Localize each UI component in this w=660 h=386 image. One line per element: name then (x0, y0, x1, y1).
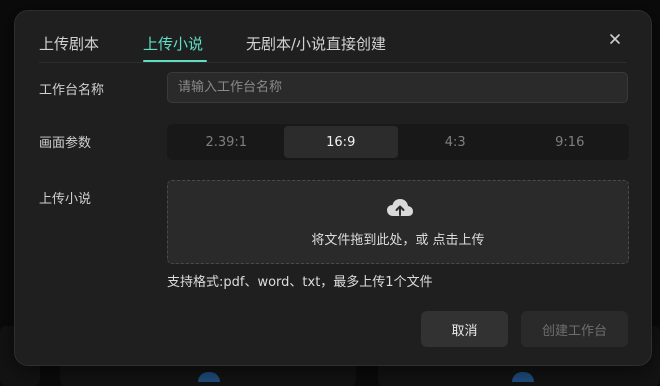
workbench-name-input[interactable] (167, 72, 628, 103)
create-workbench-button[interactable]: 创建工作台 (521, 311, 628, 347)
ratio-option-9-16[interactable]: 9:16 (513, 126, 628, 158)
tab-upload-novel[interactable]: 上传小说 (143, 33, 203, 54)
cancel-button[interactable]: 取消 (421, 311, 508, 347)
cloud-upload-icon (386, 197, 414, 219)
dropzone-text: 将文件拖到此处，或 点击上传 (311, 233, 485, 248)
create-workbench-dialog: 上传剧本 上传小说 无剧本/小说直接创建 工作台名称 画面参数 2.39:1 1… (14, 10, 652, 366)
dialog-tabs: 上传剧本 上传小说 无剧本/小说直接创建 (15, 11, 651, 63)
file-dropzone[interactable]: 将文件拖到此处，或 点击上传 (167, 180, 629, 264)
ratio-option-16-9[interactable]: 16:9 (283, 126, 398, 158)
ratio-option-4-3[interactable]: 4:3 (398, 126, 513, 158)
upload-label: 上传小说 (39, 192, 92, 207)
close-icon[interactable] (607, 31, 623, 47)
ratio-option-2-39-1[interactable]: 2.39:1 (169, 126, 284, 158)
ratio-label: 画面参数 (39, 136, 92, 151)
tab-create-directly[interactable]: 无剧本/小说直接创建 (246, 33, 386, 54)
aspect-ratio-selector: 2.39:1 16:9 4:3 9:16 (167, 124, 629, 160)
tab-upload-script[interactable]: 上传剧本 (39, 33, 99, 54)
format-hint: 支持格式:pdf、word、txt，最多上传1个文件 (167, 275, 433, 290)
tabs-divider (39, 62, 627, 63)
name-label: 工作台名称 (39, 83, 105, 98)
